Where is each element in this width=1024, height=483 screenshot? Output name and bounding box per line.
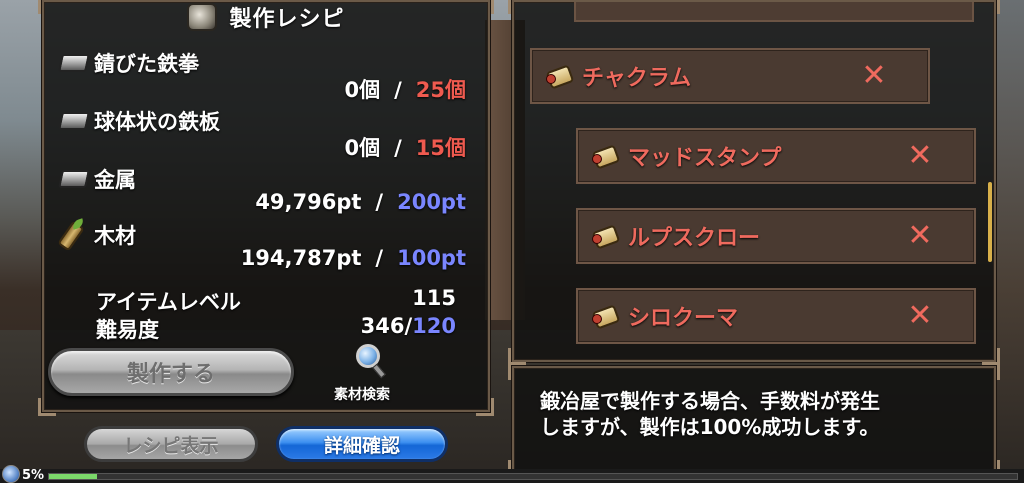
difficulty-row: 難易度 346/120 xyxy=(96,314,456,342)
item-level-row: アイテムレベル 115 xyxy=(96,286,456,314)
panel-corner xyxy=(38,398,56,416)
material-have: 49,796pt xyxy=(255,190,362,214)
material-need: 200pt xyxy=(397,190,466,214)
iron-ingot-icon xyxy=(58,108,90,134)
recipe-scroll-icon xyxy=(592,306,618,326)
difficulty-required: 120 xyxy=(412,314,456,338)
material-need: 100pt xyxy=(397,246,466,270)
wood-log-icon xyxy=(57,218,90,252)
material-name: 錆びた鉄拳 xyxy=(94,52,199,76)
recipe-list-item[interactable]: チャクラム ✕ xyxy=(530,48,930,104)
item-level-label: アイテムレベル xyxy=(96,290,241,314)
detail-button[interactable]: 詳細確認 xyxy=(276,426,448,462)
panel-corner xyxy=(476,398,494,416)
recipe-title: 製作レシピ xyxy=(229,7,345,32)
list-item-partial xyxy=(574,2,974,22)
close-icon[interactable]: ✕ xyxy=(904,220,936,252)
recipe-list-item[interactable]: ルプスクロー ✕ xyxy=(576,208,976,264)
material-row: 錆びた鉄拳 0個 / 25個 xyxy=(58,48,478,104)
recipe-list-item[interactable]: マッドスタンプ ✕ xyxy=(576,128,976,184)
material-have: 0個 xyxy=(344,136,381,160)
panel-corner xyxy=(982,0,1000,14)
material-name: 球体状の鉄板 xyxy=(94,110,220,134)
background-right-edge xyxy=(996,0,1024,483)
list-scrollbar[interactable] xyxy=(988,182,992,262)
iron-ingot-icon xyxy=(58,166,90,192)
material-quantity: 194,787pt / 100pt xyxy=(241,246,466,270)
material-need: 25個 xyxy=(415,78,466,102)
material-have: 194,787pt xyxy=(240,246,362,270)
material-row: 金属 49,796pt / 200pt xyxy=(58,164,478,220)
quantity-separator: / xyxy=(394,136,402,160)
magnifier-handle xyxy=(372,363,386,379)
item-level-value: 115 xyxy=(412,286,456,310)
difficulty-label: 難易度 xyxy=(96,318,159,342)
material-row: 木材 194,787pt / 100pt xyxy=(57,218,478,276)
recipe-scroll-icon xyxy=(592,226,618,246)
panel-corner xyxy=(508,362,526,380)
material-search-label: 素材検索 xyxy=(334,387,390,403)
close-icon[interactable]: ✕ xyxy=(904,140,936,172)
close-icon[interactable]: ✕ xyxy=(858,60,890,92)
quantity-separator: / xyxy=(375,246,384,270)
craft-button[interactable]: 製作する xyxy=(48,348,294,396)
material-quantity: 49,796pt / 200pt xyxy=(255,190,466,214)
iron-ingot-icon xyxy=(58,50,90,76)
exp-percent: 5% xyxy=(22,468,45,483)
panel-corner xyxy=(508,0,526,14)
difficulty-current: 346/ xyxy=(360,314,413,338)
material-name: 木材 xyxy=(94,224,136,248)
material-row: 球体状の鉄板 0個 / 15個 xyxy=(58,106,478,162)
recipe-scroll-icon xyxy=(592,146,618,166)
close-icon[interactable]: ✕ xyxy=(904,300,936,332)
difficulty-value: 346/120 xyxy=(361,314,456,342)
recipe-header: 製作レシピ xyxy=(44,0,488,34)
recipe-item-label: マッドスタンプ xyxy=(628,146,782,171)
description-line: しますが、製作は100%成功します。 xyxy=(540,415,880,439)
quantity-separator: / xyxy=(394,78,402,102)
quantity-separator: / xyxy=(375,190,384,214)
material-have: 0個 xyxy=(344,78,381,102)
material-name: 金属 xyxy=(94,168,136,192)
exp-bar xyxy=(48,473,1018,480)
exp-orb-icon xyxy=(2,465,20,483)
exp-bar-fill xyxy=(49,474,98,479)
recipe-item-label: シロクーマ xyxy=(628,306,739,331)
panel-corner xyxy=(982,362,1000,380)
description-text: 鍛冶屋で製作する場合、手数料が発生 しますが、製作は100%成功します。 xyxy=(540,388,964,440)
recipe-scroll-icon xyxy=(546,66,572,86)
recipe-item-label: チャクラム xyxy=(582,66,692,91)
anvil-icon xyxy=(187,3,218,31)
material-quantity: 0個 / 15個 xyxy=(344,132,466,162)
description-panel: 鍛冶屋で製作する場合、手数料が発生 しますが、製作は100%成功します。 xyxy=(508,362,1000,478)
material-need: 15個 xyxy=(415,136,466,160)
material-search-button[interactable]: 素材検索 xyxy=(334,344,414,404)
description-line: 鍛冶屋で製作する場合、手数料が発生 xyxy=(540,389,880,413)
material-quantity: 0個 / 25個 xyxy=(344,74,466,104)
recipe-view-button[interactable]: レシピ表示 xyxy=(84,426,258,462)
recipe-list-panel: チャクラム ✕ マッドスタンプ ✕ ルプスクロー ✕ シロクーマ ✕ xyxy=(508,0,1000,366)
recipe-list-item[interactable]: シロクーマ ✕ xyxy=(576,288,976,344)
recipe-item-label: ルプスクロー xyxy=(628,226,761,251)
